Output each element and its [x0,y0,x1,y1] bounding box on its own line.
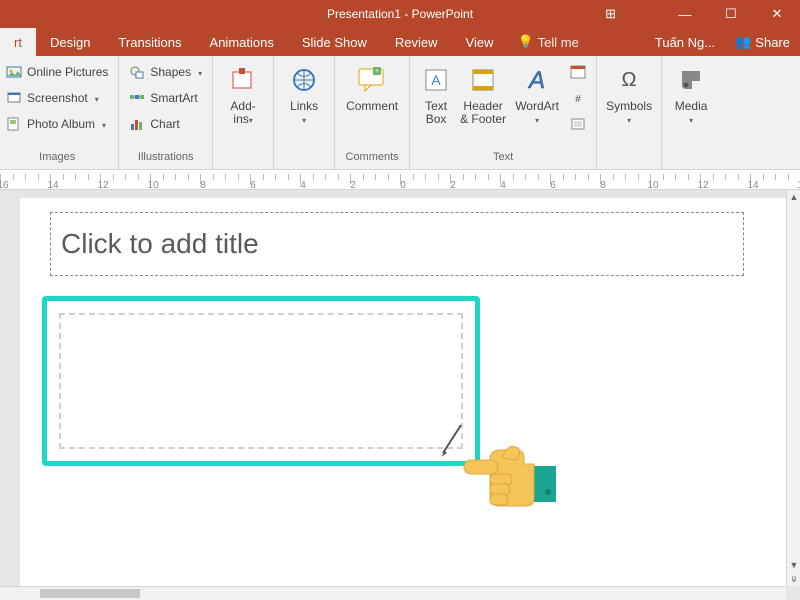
object-button[interactable] [566,112,590,136]
smartart-icon [129,90,145,106]
links-icon [288,64,320,96]
svg-text:#: # [575,94,581,105]
links-button[interactable]: Links [280,60,328,151]
slide-number-icon: # [570,90,586,106]
close-button[interactable]: ✕ [754,0,800,28]
svg-text:Ω: Ω [622,69,637,91]
tab-transitions[interactable]: Transitions [104,28,195,56]
media-icon [675,64,707,96]
header-footer-icon [467,64,499,96]
maximize-button[interactable]: ☐ [708,0,754,28]
group-label-illustrations: Illustrations [125,151,206,169]
minimize-button[interactable]: — [662,0,708,28]
symbols-icon: Ω [613,64,645,96]
svg-text:A: A [431,72,441,88]
slide-number-button[interactable]: # [566,86,590,110]
chart-button[interactable]: Chart [125,112,206,136]
ribbon: Online Pictures Screenshot Photo Album I… [0,56,800,170]
comment-icon: + [356,64,388,96]
group-label-comments: Comments [341,151,403,169]
tab-review[interactable]: Review [381,28,452,56]
smartart-button[interactable]: SmartArt [125,86,206,110]
ribbon-display-options[interactable]: ⊞ [605,6,616,22]
wordart-icon: A [521,64,553,96]
tab-animations[interactable]: Animations [196,28,288,56]
horizontal-scrollbar[interactable] [0,586,786,600]
svg-text:A: A [527,67,545,94]
next-slide-button[interactable]: ⤋ [787,572,800,586]
addins-button[interactable]: Add-ins [219,60,267,151]
photo-album-button[interactable]: Photo Album [2,112,112,136]
vertical-scrollbar[interactable]: ▲ ▼ ⤋ [786,190,800,586]
text-box-button[interactable]: A TextBox [416,60,456,151]
account-user[interactable]: Tuấn Ng... [645,28,725,56]
chart-icon [129,116,145,132]
object-icon [570,116,586,132]
symbols-button[interactable]: Ω Symbols [603,60,655,151]
slide-pane[interactable]: Click to add title [0,190,800,586]
screenshot-icon [6,90,22,106]
share-button[interactable]: 👥 Share [725,28,800,56]
scroll-up-button[interactable]: ▲ [787,190,800,204]
tab-slide-show[interactable]: Slide Show [288,28,381,56]
online-pictures-icon [6,64,22,80]
lightbulb-icon: 💡 [517,34,533,50]
scroll-thumb[interactable] [40,589,140,598]
ribbon-tabs: rt Design Transitions Animations Slide S… [0,28,800,56]
selected-text-box[interactable] [42,296,480,466]
group-label-text: Text [416,151,590,169]
addins-icon [227,64,259,96]
tell-me[interactable]: 💡 Tell me [507,28,588,56]
shapes-button[interactable]: Shapes [125,60,206,84]
text-box-inner[interactable] [59,313,463,449]
shapes-icon [129,64,145,80]
comment-button[interactable]: + Comment [341,60,403,151]
group-label-images: Images [2,151,112,169]
share-icon: 👥 [735,34,751,50]
date-time-button[interactable] [566,60,590,84]
wordart-button[interactable]: A WordArt [510,60,564,151]
screenshot-button[interactable]: Screenshot [2,86,112,110]
title-bar: Presentation1 - PowerPoint ⊞ — ☐ ✕ [0,0,800,28]
text-box-icon: A [420,64,452,96]
tab-design[interactable]: Design [36,28,104,56]
scroll-down-button[interactable]: ▼ [787,558,800,572]
horizontal-ruler: 1614121086420246810121416 [0,170,800,190]
date-time-icon [570,64,586,80]
pointing-hand-icon [460,420,570,520]
title-placeholder[interactable]: Click to add title [50,212,744,276]
photo-album-icon [6,116,22,132]
online-pictures-button[interactable]: Online Pictures [2,60,112,84]
tab-view[interactable]: View [452,28,508,56]
slide[interactable]: Click to add title [20,198,800,586]
window-title: Presentation1 - PowerPoint [327,7,473,21]
media-button[interactable]: Media [668,60,714,151]
tab-insert[interactable]: rt [0,28,36,56]
svg-text:+: + [375,68,379,75]
header-footer-button[interactable]: Header& Footer [456,60,510,151]
